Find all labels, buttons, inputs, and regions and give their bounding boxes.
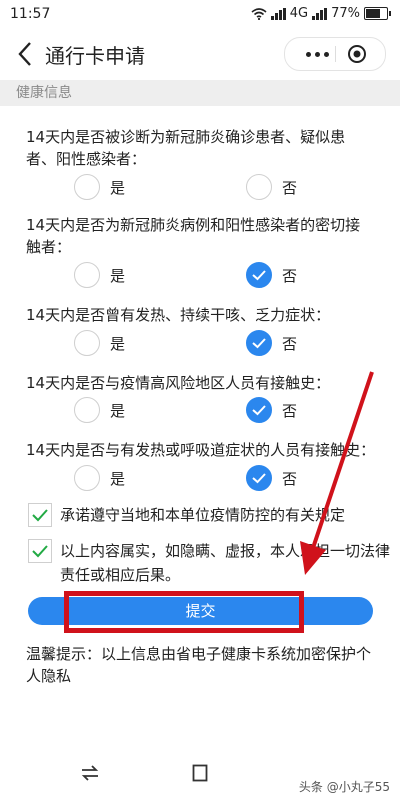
- privacy-hint: 温馨提示：以上信息由省电子健康卡系统加密保护个人隐私: [26, 645, 372, 685]
- watermark: 头条 @小丸子55: [298, 780, 390, 794]
- home-icon[interactable]: [192, 764, 208, 782]
- back-switch-icon[interactable]: [80, 765, 100, 781]
